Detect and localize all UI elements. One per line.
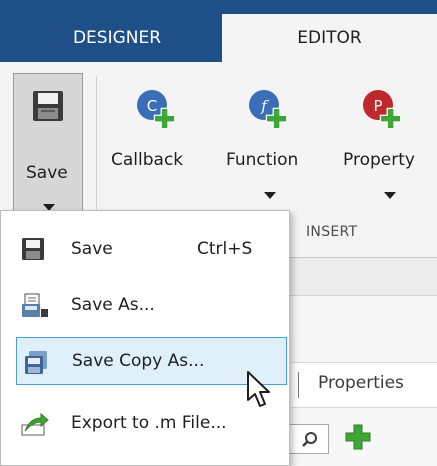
menu-item-shortcut: Ctrl+S: [197, 239, 253, 259]
svg-text:C: C: [147, 97, 157, 115]
menu-item-label: Save: [71, 239, 113, 259]
insert-section-label: INSERT: [306, 224, 358, 240]
floppy-disk-icon: [21, 237, 45, 265]
menu-item-save-as[interactable]: Save As...: [13, 281, 289, 329]
tab-strip: DESIGNER EDITOR: [0, 0, 437, 62]
function-label: Function: [226, 150, 299, 170]
save-dropdown-menu: Save Ctrl+S Save As... Save Copy As... E…: [0, 210, 290, 466]
chevron-down-icon: [264, 192, 276, 199]
property-button[interactable]: P Property: [340, 62, 437, 222]
callback-add-icon: C: [134, 88, 178, 136]
tab-designer[interactable]: DESIGNER: [22, 14, 212, 62]
menu-item-label: Save Copy As...: [72, 351, 205, 371]
function-button[interactable]: f Function: [220, 62, 320, 222]
save-button-label: Save: [26, 163, 68, 183]
tab-editor[interactable]: EDITOR: [222, 14, 437, 62]
menu-item-label: Save As...: [71, 295, 155, 315]
chevron-down-icon: [384, 192, 396, 199]
property-add-icon: P: [360, 88, 404, 136]
add-button[interactable]: [345, 424, 371, 454]
tab-divider: [298, 372, 299, 398]
menu-item-save[interactable]: Save Ctrl+S: [13, 225, 289, 273]
save-copy-icon: [23, 350, 49, 380]
callback-label: Callback: [111, 150, 184, 170]
property-label: Property: [343, 150, 415, 170]
callback-button[interactable]: C Callback: [108, 62, 202, 222]
svg-text:P: P: [373, 97, 382, 115]
save-as-icon: [21, 293, 49, 323]
function-add-icon: f: [246, 88, 290, 136]
save-button[interactable]: Save: [13, 73, 83, 223]
mouse-cursor-icon: [246, 370, 272, 414]
tab-properties[interactable]: Properties: [318, 373, 404, 393]
export-icon: [21, 411, 49, 441]
plus-icon: [345, 424, 371, 454]
floppy-disk-icon: [32, 90, 64, 126]
search-button[interactable]: [289, 424, 329, 454]
menu-item-label: Export to .m File...: [71, 413, 227, 433]
search-icon: [301, 431, 319, 453]
